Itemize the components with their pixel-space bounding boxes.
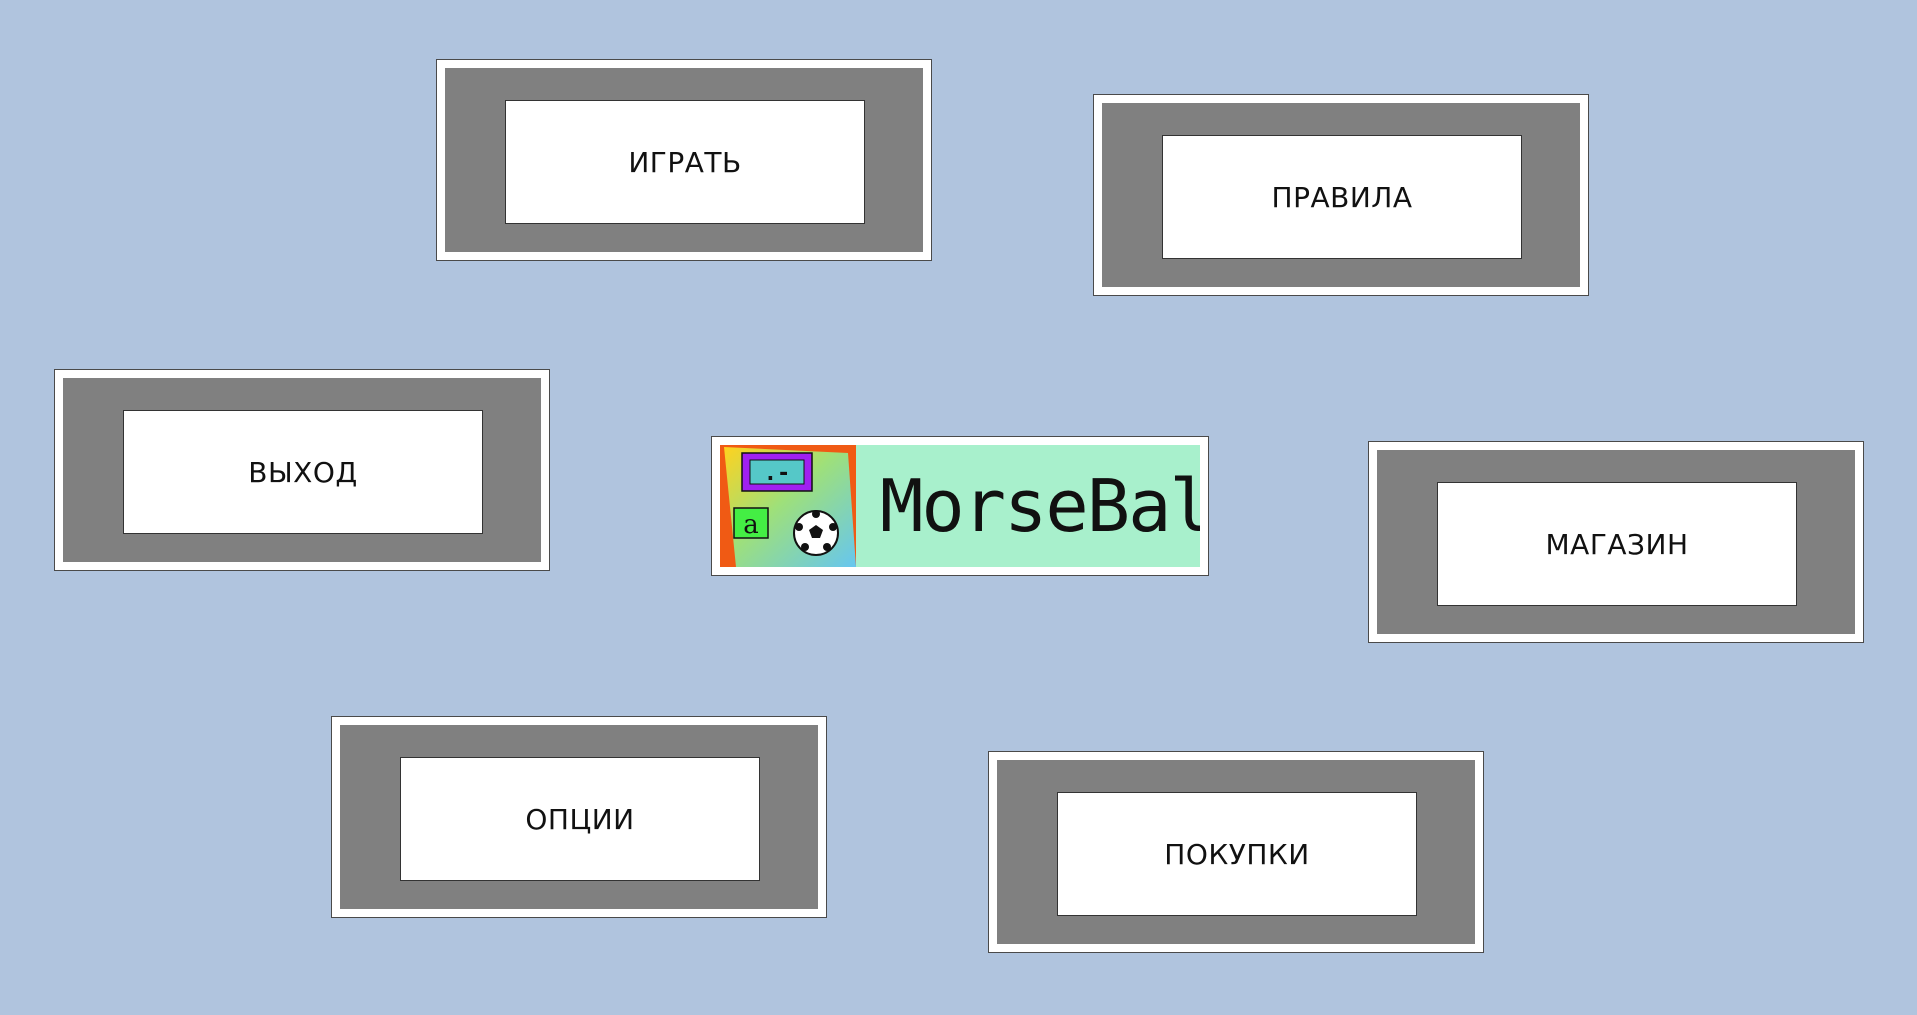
logo-letter: a bbox=[743, 510, 759, 540]
soccer-ball-icon bbox=[793, 510, 839, 556]
purchases-button-label: ПОКУПКИ bbox=[1057, 792, 1417, 916]
options-button-label: ОПЦИИ bbox=[400, 757, 760, 881]
logo-morse-code: .- bbox=[764, 461, 791, 486]
morse-sign-icon: .- bbox=[741, 452, 813, 492]
letter-tile-icon: a bbox=[733, 507, 769, 540]
game-logo: .- a MorseBall bbox=[711, 436, 1209, 576]
shop-button[interactable]: МАГАЗИН bbox=[1368, 441, 1864, 643]
exit-button-label: ВЫХОД bbox=[123, 410, 483, 534]
shop-button-label: МАГАЗИН bbox=[1437, 482, 1797, 606]
play-button[interactable]: ИГРАТЬ bbox=[436, 59, 932, 261]
rules-button-label: ПРАВИЛА bbox=[1162, 135, 1522, 259]
logo-banner: .- a MorseBall bbox=[720, 445, 1200, 567]
play-button-label: ИГРАТЬ bbox=[505, 100, 865, 224]
logo-emblem: .- a bbox=[720, 445, 856, 567]
rules-button[interactable]: ПРАВИЛА bbox=[1093, 94, 1589, 296]
purchases-button[interactable]: ПОКУПКИ bbox=[988, 751, 1484, 953]
logo-title: MorseBall bbox=[880, 464, 1200, 548]
exit-button[interactable]: ВЫХОД bbox=[54, 369, 550, 571]
options-button[interactable]: ОПЦИИ bbox=[331, 716, 827, 918]
